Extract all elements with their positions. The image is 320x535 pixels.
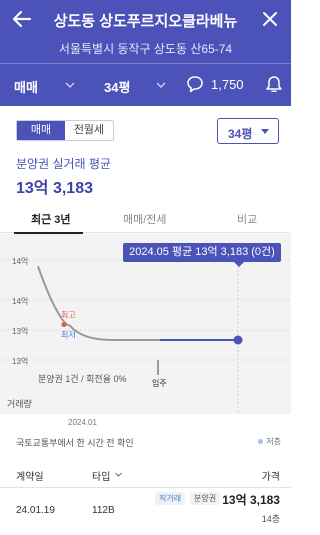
- col-header-type[interactable]: 타입: [92, 468, 110, 483]
- source-text: 국토교통부에서 한 시간 전 확인: [16, 438, 134, 448]
- area-selector[interactable]: 34평: [104, 77, 130, 96]
- badge-direct-deal: 직거래: [155, 492, 186, 505]
- segment-lease[interactable]: 전월세: [65, 121, 113, 140]
- row-type: 112B: [92, 505, 115, 516]
- y-tick-label: 14억: [12, 256, 28, 266]
- sales-info: 분양권 1건 / 회전율 0%: [38, 374, 127, 384]
- tab-recent-3y[interactable]: 최근 3년: [31, 211, 71, 227]
- trade-type-selector[interactable]: 매매: [14, 77, 38, 96]
- comment-icon[interactable]: [186, 75, 204, 93]
- volume-label: 거래량: [7, 399, 32, 409]
- floor-legend: 저층: [258, 436, 281, 447]
- high-marker: [61, 322, 67, 328]
- chart-tooltip-tail: [234, 262, 244, 267]
- size-dropdown[interactable]: 34평: [217, 118, 279, 144]
- y-tick-label: 14억: [12, 296, 28, 306]
- current-point: [233, 335, 243, 345]
- caret-down-icon: [261, 129, 269, 134]
- move-in-label: 입주: [152, 379, 167, 388]
- chevron-down-icon[interactable]: [114, 470, 123, 479]
- row-price: 13억 3,183: [222, 493, 280, 507]
- tab-sale-lease[interactable]: 매매/전세: [123, 211, 167, 227]
- chevron-down-icon: [65, 82, 75, 88]
- row-floor: 14층: [261, 514, 280, 524]
- row-date: 24.01.19: [16, 505, 55, 516]
- low-label: 최저: [61, 330, 76, 340]
- close-icon[interactable]: [259, 8, 281, 30]
- header-filter-row: 매매 34평 1,750: [0, 64, 291, 106]
- col-header-price[interactable]: 가격: [262, 468, 280, 483]
- chart-tooltip: 2024.05 평균 13억 3,183 (0건): [123, 243, 281, 262]
- page-title: 상도동 상도푸르지오클라베뉴: [53, 13, 238, 30]
- period-tabs: 최근 3년 매매/전세 비교: [0, 203, 291, 234]
- summary-label: 분양권 실거래 평균: [16, 157, 111, 171]
- y-tick-label: 13억: [12, 356, 28, 366]
- size-dropdown-label: 34평: [228, 127, 253, 141]
- high-label: 최고: [61, 310, 76, 320]
- segment-sale[interactable]: 매매: [17, 121, 65, 140]
- comment-count[interactable]: 1,750: [211, 77, 244, 92]
- price-line-history: [37, 265, 160, 341]
- floor-legend-label: 저층: [266, 437, 281, 446]
- x-tick-label: 2024.01: [68, 418, 97, 427]
- col-header-date[interactable]: 계약일: [16, 468, 44, 483]
- address-text: 서울특별시 동작구 상도동 산65-74: [58, 42, 233, 56]
- y-tick-label: 13억: [12, 326, 28, 336]
- table-header: 계약일 타입 가격: [0, 458, 291, 488]
- trade-segment-control: 매매 전월세: [16, 120, 114, 141]
- floor-legend-dot: [258, 439, 264, 445]
- header: 상도동 상도푸르지오클라베뉴 서울특별시 동작구 상도동 산65-74 매매 3…: [0, 0, 291, 106]
- bell-icon[interactable]: [265, 75, 283, 94]
- chevron-down-icon: [156, 82, 166, 88]
- summary-value: 13억 3,183: [16, 180, 94, 197]
- tab-compare[interactable]: 비교: [237, 211, 257, 227]
- source-row: 국토교통부에서 한 시간 전 확인 저층: [0, 430, 291, 450]
- badge-presale: 분양권: [190, 492, 221, 505]
